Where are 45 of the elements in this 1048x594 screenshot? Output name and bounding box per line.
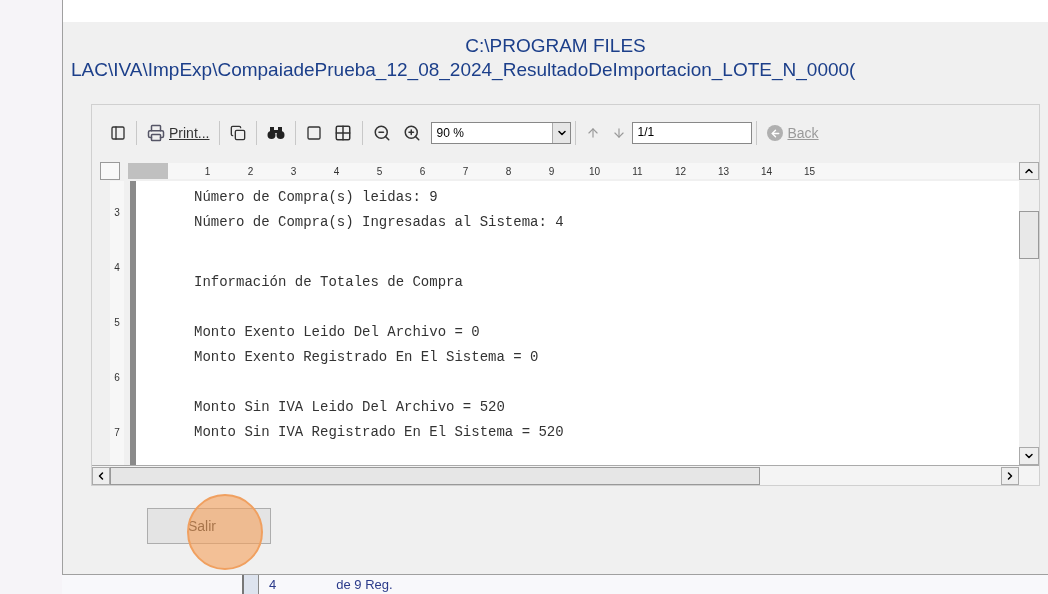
dropdown-icon bbox=[552, 123, 571, 143]
report-line: Número de Compra(s) Ingresadas al Sistema: 4 bbox=[194, 213, 565, 232]
back-arrow-icon bbox=[769, 127, 781, 139]
report-line: Monto Exento Registrado En El Sistema = 0 bbox=[194, 348, 540, 367]
margin-marker bbox=[128, 163, 168, 179]
path-text: LAC\IVA\ImpExp\CompaiadePrueba_12_08_2024_ResultadoDeImportacion_LOTE_N_0000( bbox=[70, 58, 856, 82]
path-text: C:\PROGRAM FILES bbox=[465, 34, 646, 58]
ruler-number: 13 bbox=[716, 164, 731, 179]
scroll-thumb[interactable] bbox=[1019, 211, 1039, 259]
ruler-number: 10 bbox=[587, 164, 602, 179]
ruler-number: 12 bbox=[673, 164, 688, 179]
print-button[interactable]: Print... bbox=[141, 119, 216, 147]
row-selector bbox=[242, 575, 259, 594]
ruler-number: 7 bbox=[461, 164, 470, 179]
scroll-right-button[interactable] bbox=[1001, 466, 1019, 485]
scroll-left-button[interactable] bbox=[92, 466, 110, 485]
scroll-down-button[interactable] bbox=[1019, 447, 1039, 465]
report-line: Información de Totales de Compra bbox=[194, 273, 464, 292]
ruler-number: 3 bbox=[289, 164, 298, 179]
ruler-number: 2 bbox=[246, 164, 255, 179]
ruler-number: 14 bbox=[759, 164, 774, 179]
record-total: de 9 Reg. bbox=[336, 575, 393, 594]
ruler-number: 5 bbox=[114, 316, 120, 330]
report-line: Monto Sin IVA Registrado En El Sistema = 520 bbox=[194, 423, 565, 442]
page-field[interactable]: 1/1 bbox=[632, 122, 753, 144]
ruler-number: 5 bbox=[375, 164, 384, 179]
ruler-number: 7 bbox=[114, 426, 120, 440]
record-count: 4 bbox=[269, 575, 277, 594]
ruler-number: 4 bbox=[332, 164, 341, 179]
ruler-number: 8 bbox=[504, 164, 513, 179]
ruler-number: 15 bbox=[802, 164, 817, 179]
report-line: Número de Compra(s) leidas: 9 bbox=[194, 188, 439, 207]
ruler-number: 11 bbox=[631, 164, 644, 179]
ruler-number: 4 bbox=[114, 261, 120, 275]
report-line: Monto Exento Leido Del Archivo = 0 bbox=[194, 323, 481, 342]
report-line: Monto Sin IVA Leido Del Archivo = 520 bbox=[194, 398, 506, 417]
printer-icon bbox=[147, 124, 165, 142]
zoom-dropdown[interactable]: 90 % bbox=[431, 122, 572, 144]
ruler-number: 6 bbox=[114, 371, 120, 385]
scroll-up-button[interactable] bbox=[1019, 162, 1039, 180]
ruler-number: 9 bbox=[547, 164, 556, 179]
ruler-number: 1 bbox=[203, 164, 212, 179]
ruler-number: 3 bbox=[114, 206, 120, 220]
scroll-thumb[interactable] bbox=[110, 466, 760, 485]
ruler-number: 6 bbox=[418, 164, 427, 179]
